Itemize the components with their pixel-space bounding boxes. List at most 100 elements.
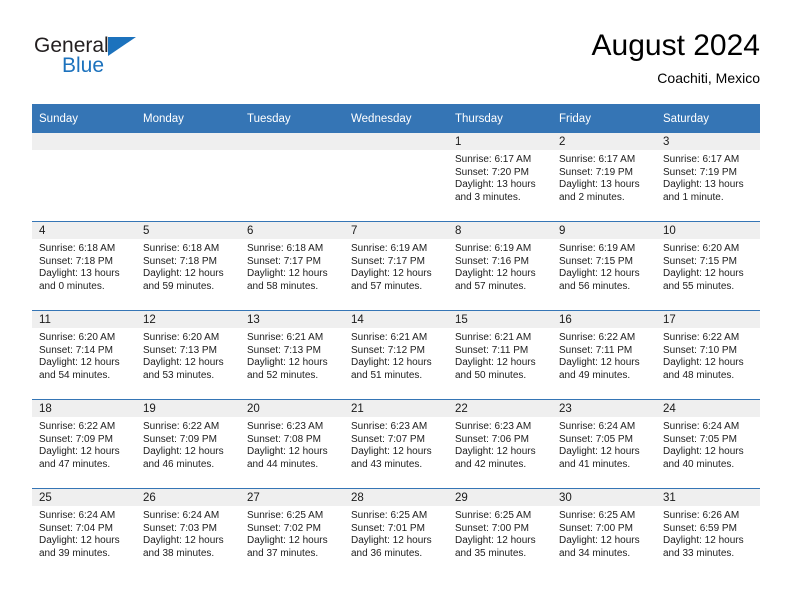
day-details: Sunrise: 6:25 AM Sunset: 7:00 PM Dayligh…	[552, 506, 656, 560]
day-cell[interactable]	[32, 133, 136, 222]
day-cell[interactable]: 23 Sunrise: 6:24 AM Sunset: 7:05 PM Dayl…	[552, 399, 656, 489]
daylight-text-line1: Daylight: 12 hours	[247, 446, 328, 458]
day-details: Sunrise: 6:18 AM Sunset: 7:18 PM Dayligh…	[136, 239, 240, 293]
daylight-text-line2: and 1 minute.	[663, 191, 724, 203]
daylight-text-line1: Daylight: 12 hours	[663, 535, 744, 547]
day-number: 8	[448, 222, 552, 239]
daylight-text-line2: and 43 minutes.	[351, 458, 423, 470]
sunrise-text: Sunrise: 6:19 AM	[455, 243, 532, 254]
day-cell[interactable]: 10 Sunrise: 6:20 AM Sunset: 7:15 PM Dayl…	[656, 221, 760, 311]
sunset-text: Sunset: 7:18 PM	[39, 255, 113, 267]
sunset-text: Sunset: 7:07 PM	[351, 433, 425, 445]
daylight-text-line1: Daylight: 12 hours	[247, 357, 328, 369]
day-details: Sunrise: 6:19 AM Sunset: 7:16 PM Dayligh…	[448, 239, 552, 293]
day-cell[interactable]: 14 Sunrise: 6:21 AM Sunset: 7:12 PM Dayl…	[344, 310, 448, 400]
day-details: Sunrise: 6:20 AM Sunset: 7:13 PM Dayligh…	[136, 328, 240, 382]
sunset-text: Sunset: 7:13 PM	[247, 344, 321, 356]
sunset-text: Sunset: 7:16 PM	[455, 255, 529, 267]
day-details: Sunrise: 6:24 AM Sunset: 7:05 PM Dayligh…	[656, 417, 760, 471]
day-cell[interactable]	[344, 133, 448, 222]
day-cell[interactable]: 30 Sunrise: 6:25 AM Sunset: 7:00 PM Dayl…	[552, 488, 656, 577]
day-cell[interactable]: 24 Sunrise: 6:24 AM Sunset: 7:05 PM Dayl…	[656, 399, 760, 489]
day-cell[interactable]: 28 Sunrise: 6:25 AM Sunset: 7:01 PM Dayl…	[344, 488, 448, 577]
day-cell[interactable]: 16 Sunrise: 6:22 AM Sunset: 7:11 PM Dayl…	[552, 310, 656, 400]
daylight-text-line1: Daylight: 13 hours	[663, 179, 744, 191]
day-cell[interactable]: 31 Sunrise: 6:26 AM Sunset: 6:59 PM Dayl…	[656, 488, 760, 577]
day-cell[interactable]: 7 Sunrise: 6:19 AM Sunset: 7:17 PM Dayli…	[344, 221, 448, 311]
day-details	[344, 150, 448, 154]
day-number: 25	[32, 489, 136, 506]
general-blue-logo[interactable]: General Blue	[32, 34, 232, 90]
day-cell[interactable]: 4 Sunrise: 6:18 AM Sunset: 7:18 PM Dayli…	[32, 221, 136, 311]
sunrise-text: Sunrise: 6:19 AM	[351, 243, 428, 254]
day-details: Sunrise: 6:19 AM Sunset: 7:17 PM Dayligh…	[344, 239, 448, 293]
day-cell[interactable]: 11 Sunrise: 6:20 AM Sunset: 7:14 PM Dayl…	[32, 310, 136, 400]
day-details: Sunrise: 6:18 AM Sunset: 7:18 PM Dayligh…	[32, 239, 136, 293]
daylight-text-line2: and 0 minutes.	[39, 280, 105, 292]
day-cell[interactable]: 20 Sunrise: 6:23 AM Sunset: 7:08 PM Dayl…	[240, 399, 344, 489]
day-cell[interactable]: 22 Sunrise: 6:23 AM Sunset: 7:06 PM Dayl…	[448, 399, 552, 489]
weekday-header-saturday: Saturday	[656, 104, 760, 133]
day-number: 2	[552, 133, 656, 150]
daylight-text-line1: Daylight: 12 hours	[247, 268, 328, 280]
day-cell[interactable]: 18 Sunrise: 6:22 AM Sunset: 7:09 PM Dayl…	[32, 399, 136, 489]
day-number: 15	[448, 311, 552, 328]
day-cell[interactable]: 27 Sunrise: 6:25 AM Sunset: 7:02 PM Dayl…	[240, 488, 344, 577]
daylight-text-line1: Daylight: 12 hours	[663, 357, 744, 369]
daylight-text-line1: Daylight: 13 hours	[39, 268, 120, 280]
day-cell[interactable]: 26 Sunrise: 6:24 AM Sunset: 7:03 PM Dayl…	[136, 488, 240, 577]
sunset-text: Sunset: 7:00 PM	[455, 522, 529, 534]
day-details: Sunrise: 6:18 AM Sunset: 7:17 PM Dayligh…	[240, 239, 344, 293]
weekday-header-sunday: Sunday	[32, 104, 136, 133]
day-number: 3	[656, 133, 760, 150]
day-cell[interactable]: 15 Sunrise: 6:21 AM Sunset: 7:11 PM Dayl…	[448, 310, 552, 400]
day-cell[interactable]: 12 Sunrise: 6:20 AM Sunset: 7:13 PM Dayl…	[136, 310, 240, 400]
daylight-text-line1: Daylight: 12 hours	[559, 535, 640, 547]
sunset-text: Sunset: 7:05 PM	[559, 433, 633, 445]
sunset-text: Sunset: 7:19 PM	[663, 166, 737, 178]
day-cell[interactable]: 13 Sunrise: 6:21 AM Sunset: 7:13 PM Dayl…	[240, 310, 344, 400]
day-cell[interactable]: 3 Sunrise: 6:17 AM Sunset: 7:19 PM Dayli…	[656, 133, 760, 222]
sunrise-text: Sunrise: 6:24 AM	[663, 421, 740, 432]
sunset-text: Sunset: 7:12 PM	[351, 344, 425, 356]
daylight-text-line1: Daylight: 12 hours	[351, 268, 432, 280]
day-cell[interactable]: 2 Sunrise: 6:17 AM Sunset: 7:19 PM Dayli…	[552, 133, 656, 222]
day-cell[interactable]: 8 Sunrise: 6:19 AM Sunset: 7:16 PM Dayli…	[448, 221, 552, 311]
sunset-text: Sunset: 7:15 PM	[663, 255, 737, 267]
day-cell[interactable]: 17 Sunrise: 6:22 AM Sunset: 7:10 PM Dayl…	[656, 310, 760, 400]
day-number	[136, 133, 240, 150]
day-number: 18	[32, 400, 136, 417]
daylight-text-line2: and 54 minutes.	[39, 369, 111, 381]
day-cell[interactable]: 25 Sunrise: 6:24 AM Sunset: 7:04 PM Dayl…	[32, 488, 136, 577]
day-cell[interactable]: 19 Sunrise: 6:22 AM Sunset: 7:09 PM Dayl…	[136, 399, 240, 489]
day-cell[interactable]	[136, 133, 240, 222]
page-subtitle: Coachiti, Mexico	[657, 70, 760, 86]
sunrise-text: Sunrise: 6:20 AM	[663, 243, 740, 254]
daylight-text-line1: Daylight: 12 hours	[39, 446, 120, 458]
daylight-text-line1: Daylight: 12 hours	[143, 268, 224, 280]
sunrise-text: Sunrise: 6:22 AM	[663, 332, 740, 343]
sunset-text: Sunset: 7:17 PM	[247, 255, 321, 267]
day-cell[interactable]: 1 Sunrise: 6:17 AM Sunset: 7:20 PM Dayli…	[448, 133, 552, 222]
weekday-header-tuesday: Tuesday	[240, 104, 344, 133]
sunset-text: Sunset: 7:15 PM	[559, 255, 633, 267]
daylight-text-line1: Daylight: 12 hours	[663, 268, 744, 280]
day-details: Sunrise: 6:22 AM Sunset: 7:09 PM Dayligh…	[136, 417, 240, 471]
sunrise-text: Sunrise: 6:23 AM	[247, 421, 324, 432]
sunset-text: Sunset: 7:13 PM	[143, 344, 217, 356]
daylight-text-line2: and 47 minutes.	[39, 458, 111, 470]
day-cell[interactable]: 29 Sunrise: 6:25 AM Sunset: 7:00 PM Dayl…	[448, 488, 552, 577]
logo-text-blue: Blue	[62, 54, 105, 77]
day-cell[interactable]: 9 Sunrise: 6:19 AM Sunset: 7:15 PM Dayli…	[552, 221, 656, 311]
day-details: Sunrise: 6:17 AM Sunset: 7:19 PM Dayligh…	[552, 150, 656, 204]
day-number: 27	[240, 489, 344, 506]
daylight-text-line1: Daylight: 12 hours	[143, 446, 224, 458]
day-details: Sunrise: 6:19 AM Sunset: 7:15 PM Dayligh…	[552, 239, 656, 293]
sunrise-text: Sunrise: 6:18 AM	[39, 243, 116, 254]
day-details: Sunrise: 6:22 AM Sunset: 7:11 PM Dayligh…	[552, 328, 656, 382]
day-cell[interactable]: 5 Sunrise: 6:18 AM Sunset: 7:18 PM Dayli…	[136, 221, 240, 311]
day-cell[interactable]	[240, 133, 344, 222]
day-cell[interactable]: 6 Sunrise: 6:18 AM Sunset: 7:17 PM Dayli…	[240, 221, 344, 311]
day-number	[240, 133, 344, 150]
day-cell[interactable]: 21 Sunrise: 6:23 AM Sunset: 7:07 PM Dayl…	[344, 399, 448, 489]
